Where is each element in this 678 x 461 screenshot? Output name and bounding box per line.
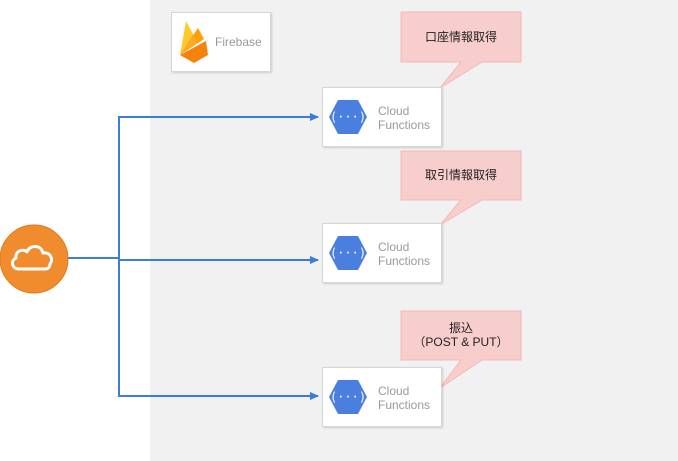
firebase-icon: [180, 21, 208, 63]
svg-text:(···): (···): [330, 246, 366, 260]
functions-label-line2: Functions: [378, 254, 431, 268]
connector-to-functions-1: [68, 113, 319, 259]
cloud-functions-icon: (···): [329, 380, 367, 414]
callout-transaction-info: 取引情報取得: [401, 168, 521, 182]
firebase-card[interactable]: Firebase: [171, 12, 271, 72]
cloud-icon[interactable]: [0, 223, 70, 295]
svg-text:(···): (···): [330, 110, 366, 124]
firebase-label: Firebase: [215, 35, 262, 49]
cloud-functions-card-3[interactable]: (···) Cloud Functions: [322, 367, 442, 427]
cloud-functions-card-1[interactable]: (···) Cloud Functions: [322, 87, 442, 147]
functions-label-line1: Cloud: [378, 240, 410, 254]
cloud-functions-card-2[interactable]: (···) Cloud Functions: [322, 223, 442, 283]
functions-label-line1: Cloud: [378, 384, 410, 398]
callout-line1: 振込: [448, 321, 473, 335]
callout-line2: （POST & PUT）: [413, 335, 509, 349]
cloud-functions-icon: (···): [329, 236, 367, 270]
callout-shape-transaction: [400, 150, 522, 226]
callout-shape-account: [400, 11, 522, 89]
connector-to-functions-3: [68, 257, 319, 400]
cloud-functions-icon: (···): [329, 100, 367, 134]
functions-label-line2: Functions: [378, 398, 431, 412]
callout-account-info: 口座情報取得: [401, 30, 521, 44]
callout-transfer: 振込 （POST & PUT）: [401, 321, 521, 349]
functions-label-line1: Cloud: [378, 104, 410, 118]
functions-label-line2: Functions: [378, 118, 431, 132]
callout-line1: 口座情報取得: [424, 30, 497, 44]
svg-text:(···): (···): [330, 390, 366, 404]
callout-line1: 取引情報取得: [424, 168, 497, 182]
